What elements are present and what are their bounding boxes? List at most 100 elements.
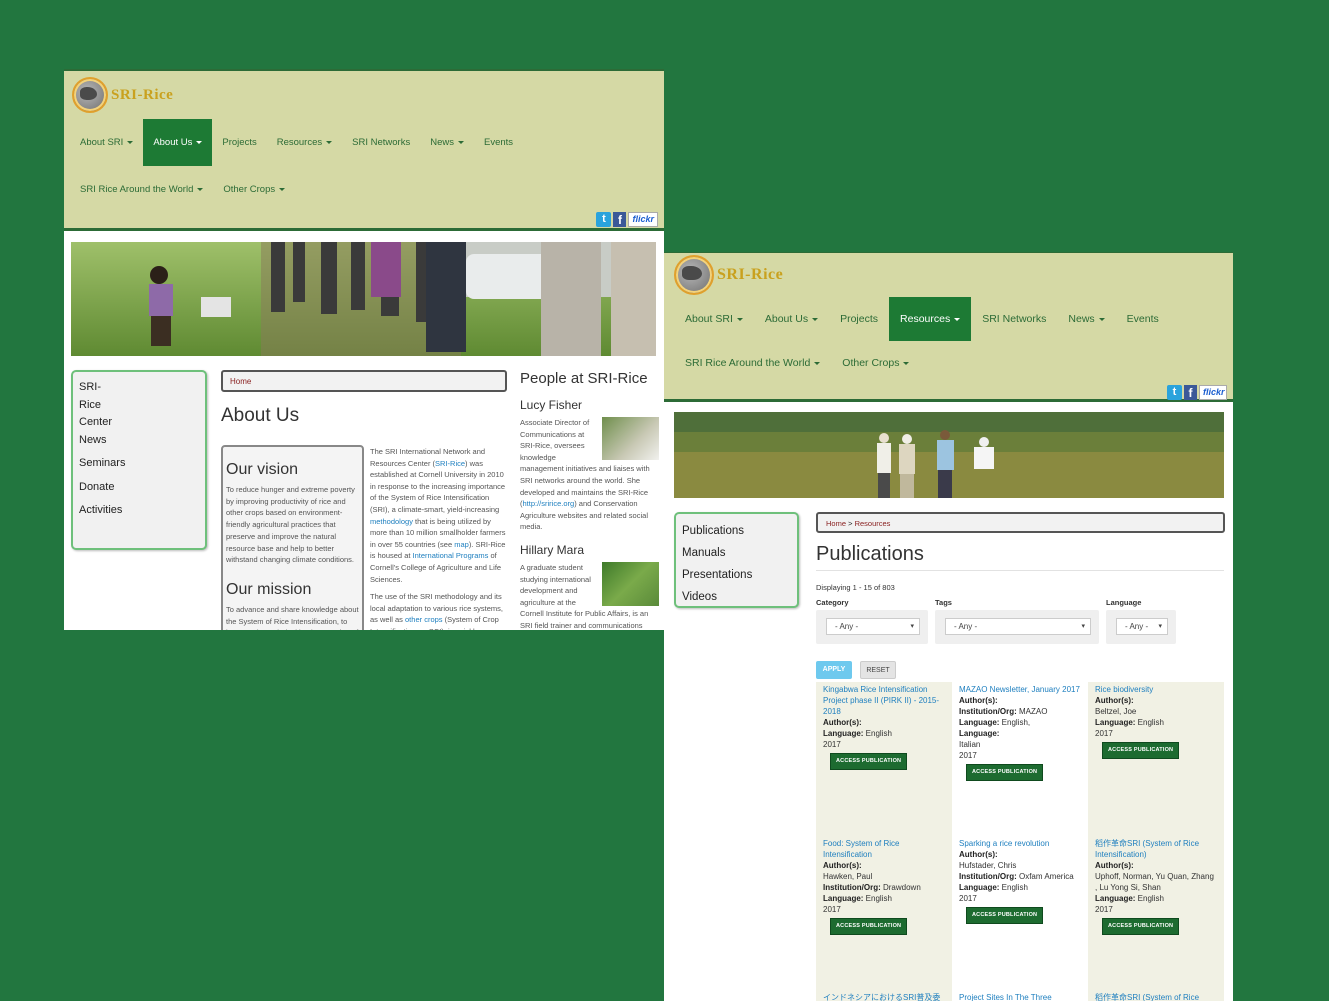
site-logo[interactable]: SRI-Rice bbox=[674, 255, 783, 295]
sririce-link[interactable]: http://sririce.org bbox=[523, 499, 575, 508]
publication-title-link[interactable]: 稻作革命SRI (System of Rice Intensification) bbox=[1095, 838, 1217, 860]
publication-meta-line: Language: English, bbox=[959, 717, 1081, 728]
publication-title-link[interactable]: 稻作革命SRI (System of Rice bbox=[1095, 992, 1217, 1001]
hero-banner-image bbox=[71, 242, 656, 356]
publication-meta-line: 2017 bbox=[823, 904, 945, 915]
meta-label: Language: bbox=[959, 718, 1000, 727]
access-publication-button[interactable]: ACCESS PUBLICATION bbox=[1102, 742, 1180, 759]
sidebar-item-videos[interactable]: Videos bbox=[682, 586, 791, 608]
access-publication-button[interactable]: ACCESS PUBLICATION bbox=[966, 764, 1044, 781]
sidebar-item-seminars[interactable]: Seminars bbox=[79, 455, 199, 473]
breadcrumb-home-link[interactable]: Home bbox=[826, 519, 846, 528]
nav-item-label: About SRI bbox=[685, 313, 733, 325]
breadcrumb: Home > Resources bbox=[816, 512, 1225, 533]
publication-title-link[interactable]: Food: System of Rice Intensification bbox=[823, 838, 945, 860]
language-selected-value: - Any - bbox=[1125, 622, 1149, 631]
publication-title-link[interactable]: Sparking a rice revolution bbox=[959, 838, 1081, 849]
nav-item-about-sri[interactable]: About SRI bbox=[674, 297, 754, 341]
sidebar-item-publications[interactable]: Publications bbox=[682, 520, 791, 542]
nav-item-sri-rice-around-the-world[interactable]: SRI Rice Around the World bbox=[70, 166, 213, 213]
nav-item-other-crops[interactable]: Other Crops bbox=[213, 166, 295, 213]
publication-title-link[interactable]: Project Sites In The Three bbox=[959, 992, 1081, 1001]
meta-value: 2017 bbox=[1095, 905, 1113, 914]
sidebar-item-rice[interactable]: Rice bbox=[79, 397, 199, 415]
publication-card: Sparking a rice revolution Author(s): Hufs… bbox=[952, 836, 1088, 990]
flickr-icon[interactable]: flickr bbox=[1199, 385, 1227, 400]
international-programs-link[interactable]: International Programs bbox=[413, 551, 489, 560]
access-publication-button[interactable]: ACCESS PUBLICATION bbox=[1102, 918, 1180, 935]
sidebar-item-center[interactable]: Center bbox=[79, 414, 199, 432]
nav-item-label: About Us bbox=[153, 137, 193, 148]
nav-item-news[interactable]: News bbox=[1057, 297, 1115, 341]
logo-text: SRI-Rice bbox=[111, 86, 174, 103]
chevron-down-icon bbox=[903, 361, 910, 365]
breadcrumb-resources-link[interactable]: Resources bbox=[855, 519, 891, 528]
sidebar-item-manuals[interactable]: Manuals bbox=[682, 542, 791, 564]
person-name-lucy: Lucy Fisher bbox=[520, 398, 583, 412]
publication-title-link[interactable]: MAZAO Newsletter, January 2017 bbox=[959, 684, 1081, 695]
nav-item-about-us[interactable]: About Us bbox=[754, 297, 829, 341]
access-publication-button[interactable]: ACCESS PUBLICATION bbox=[830, 753, 908, 770]
sidebar-item-donate[interactable]: Donate bbox=[79, 479, 199, 497]
social-links: t f flickr bbox=[1167, 385, 1227, 400]
chevron-down-icon bbox=[814, 361, 821, 365]
site-logo[interactable]: SRI-Rice bbox=[72, 77, 173, 113]
facebook-icon[interactable]: f bbox=[613, 212, 627, 227]
nav-item-label: Other Crops bbox=[842, 357, 900, 369]
nav-item-news[interactable]: News bbox=[420, 119, 474, 166]
nav-item-events[interactable]: Events bbox=[474, 119, 523, 166]
breadcrumb-home-link[interactable]: Home bbox=[230, 377, 251, 386]
nav-item-sri-networks[interactable]: SRI Networks bbox=[971, 297, 1057, 341]
publication-title-link[interactable]: インドネシアにおけるSRI普及委 bbox=[823, 992, 945, 1001]
nav-item-projects[interactable]: Projects bbox=[212, 119, 266, 166]
twitter-icon[interactable]: t bbox=[596, 212, 612, 227]
publication-title-link[interactable]: Rice biodiversity bbox=[1095, 684, 1217, 695]
access-publication-button[interactable]: ACCESS PUBLICATION bbox=[830, 918, 908, 935]
flickr-icon[interactable]: flickr bbox=[628, 212, 658, 227]
meta-value: Uphoff, Norman, Yu Quan, Zhang , Lu Yong… bbox=[1095, 872, 1214, 892]
meta-value: Drawdown bbox=[880, 883, 921, 892]
twitter-icon[interactable]: t bbox=[1167, 385, 1182, 400]
nav-item-other-crops[interactable]: Other Crops bbox=[831, 341, 920, 385]
facebook-icon[interactable]: f bbox=[1184, 385, 1197, 400]
meta-label: Institution/Org: bbox=[823, 883, 881, 892]
sidebar-item-news[interactable]: News bbox=[79, 432, 199, 450]
map-link[interactable]: map bbox=[454, 540, 469, 549]
person-card-lucy: Associate Director of Communications at … bbox=[520, 417, 660, 531]
meta-label: Language: bbox=[1095, 894, 1136, 903]
meta-value: Italian bbox=[959, 740, 981, 749]
methodology-link[interactable]: methodology bbox=[370, 517, 413, 526]
people-section: People at SRI-Rice Lucy Fisher Associate… bbox=[520, 370, 660, 630]
publication-title-link[interactable]: Kingabwa Rice Intensification Project ph… bbox=[823, 684, 945, 717]
sri-rice-link[interactable]: SRI-Rice bbox=[435, 459, 465, 468]
mission-text: To advance and share knowledge about the… bbox=[226, 604, 359, 630]
sidebar-item-activities[interactable]: Activities bbox=[79, 502, 199, 520]
sidebar-item-presentations[interactable]: Presentations bbox=[682, 564, 791, 586]
sidebar-item-sri[interactable]: SRI- bbox=[79, 379, 199, 397]
access-publication-button[interactable]: ACCESS PUBLICATION bbox=[966, 907, 1044, 924]
nav-item-resources[interactable]: Resources bbox=[889, 297, 972, 341]
meta-label: Author(s): bbox=[1095, 861, 1134, 870]
tags-select[interactable]: - Any - ▾ bbox=[945, 618, 1091, 635]
nav-item-about-us[interactable]: About Us bbox=[143, 119, 213, 166]
vision-heading: Our vision bbox=[226, 461, 299, 478]
nav-item-sri-networks[interactable]: SRI Networks bbox=[342, 119, 420, 166]
apply-button[interactable]: APPLY bbox=[816, 661, 852, 679]
logo-text: SRI-Rice bbox=[717, 266, 784, 283]
publications-screenshot: SRI-Rice About SRI About Us Projects Resour… bbox=[664, 252, 1233, 1001]
nav-item-sri-rice-around-the-world[interactable]: SRI Rice Around the World bbox=[674, 341, 831, 385]
nav-item-about-sri[interactable]: About SRI bbox=[70, 119, 143, 166]
category-selected-value: - Any - bbox=[835, 622, 859, 631]
chevron-down-icon bbox=[954, 317, 961, 321]
reset-button[interactable]: RESET bbox=[860, 661, 896, 679]
language-select[interactable]: - Any - ▾ bbox=[1116, 618, 1168, 635]
other-crops-link[interactable]: other crops bbox=[405, 615, 443, 624]
nav-item-label: Resources bbox=[276, 137, 323, 148]
nav-item-projects[interactable]: Projects bbox=[829, 297, 889, 341]
language-label: Language bbox=[1106, 598, 1142, 607]
category-select[interactable]: - Any - ▾ bbox=[826, 618, 920, 635]
publication-meta-line: 2017 bbox=[1095, 728, 1217, 739]
hero-banner-image bbox=[674, 412, 1224, 498]
nav-item-events[interactable]: Events bbox=[1116, 297, 1170, 341]
nav-item-resources[interactable]: Resources bbox=[267, 119, 342, 166]
